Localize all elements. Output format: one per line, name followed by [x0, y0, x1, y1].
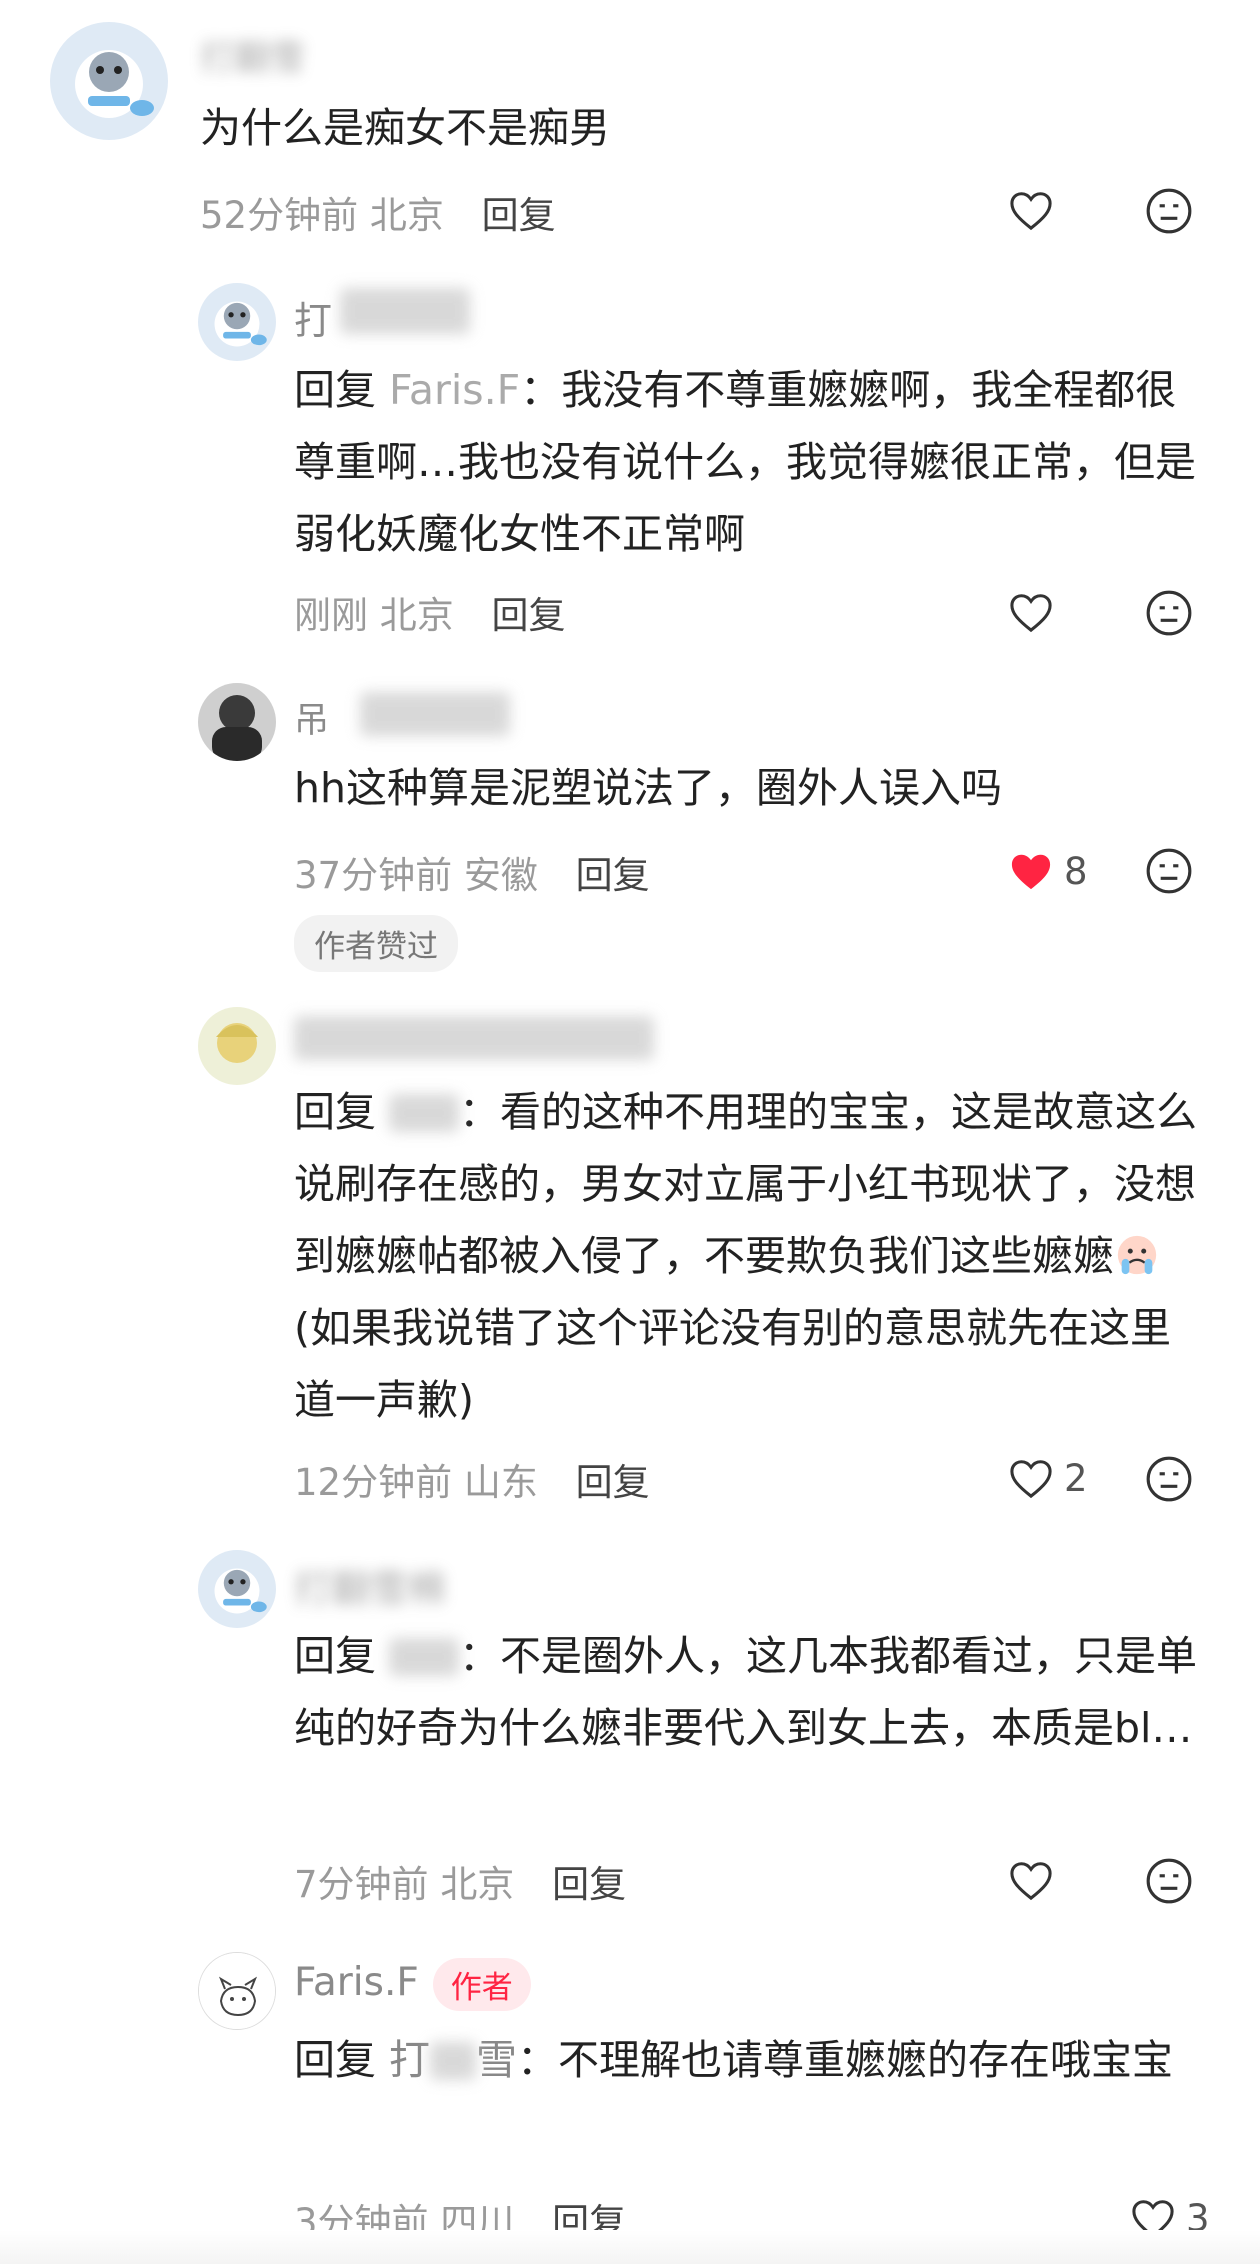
comment-location: 北京 — [440, 1863, 515, 1906]
comment-text: 回复 打雪：不理解也请尊重嬷嬷的存在哦宝宝 — [294, 2024, 1206, 2096]
heart-icon — [1010, 1460, 1052, 1499]
reply-to-user-blur — [430, 2042, 477, 2080]
comment-username[interactable]: 打 — [294, 290, 332, 345]
comment-username[interactable]: 吊 — [294, 692, 329, 743]
comment-location: 安徽 — [463, 854, 538, 897]
author-badge: 作者 — [432, 1958, 531, 2011]
avatar[interactable] — [50, 22, 168, 140]
heart-icon — [1011, 854, 1051, 890]
author-liked-tag: 作者赞过 — [294, 915, 458, 972]
comment-text: 回复 ：不是圈外人，这几本我都看过，只是单纯的好奇为什么嬷非要代入到女上去，本质… — [294, 1620, 1206, 1764]
comment-time: 刚刚 — [294, 594, 368, 637]
heart-icon — [1010, 594, 1052, 633]
comment-meta: 37分钟前 安徽 回复 — [294, 845, 650, 899]
reply-to-user[interactable]: 打 — [389, 2036, 430, 2084]
avatar[interactable] — [198, 683, 276, 761]
avatar[interactable] — [198, 1007, 276, 1085]
comment-location: 北京 — [379, 594, 454, 637]
dislike-face-icon[interactable] — [1144, 186, 1194, 236]
comment-text: hh这种算是泥塑说法了，圈外人误入吗 — [294, 764, 1002, 812]
like-button[interactable] — [1008, 586, 1054, 638]
like-count: 2 — [1064, 1456, 1088, 1500]
comment-username[interactable]: Faris.F — [294, 1960, 419, 2005]
reply-button[interactable]: 回复 — [482, 194, 556, 237]
comment-location: 北京 — [369, 194, 444, 237]
reply-body: ：不理解也请尊重嬷嬷的存在哦宝宝 — [517, 2036, 1174, 2084]
reply-button[interactable]: 回复 — [576, 854, 650, 897]
comment-text: 回复 Faris.F：我没有不尊重嬷嬷啊，我全程都很尊重啊…我也没有说什么，我觉… — [294, 354, 1206, 570]
reply-button[interactable]: 回复 — [552, 1863, 626, 1906]
username-blur — [360, 692, 510, 736]
comment-username[interactable]: 打翻雪棉 — [294, 1558, 446, 1613]
comment-username-row: Faris.F 作者 — [294, 1958, 531, 2011]
dislike-face-icon[interactable] — [1144, 1454, 1194, 1504]
reply-button[interactable]: 回复 — [492, 594, 566, 637]
comment-time: 12分钟前 — [294, 1461, 453, 1504]
reply-prefix: 回复 — [294, 1632, 376, 1680]
comment-meta: 12分钟前 山东 回复 — [294, 1452, 650, 1506]
comment-time: 37分钟前 — [294, 854, 453, 897]
reply-to-user[interactable] — [389, 1638, 460, 1676]
like-button[interactable] — [1008, 1854, 1054, 1906]
like-button[interactable] — [1008, 184, 1054, 236]
avatar[interactable] — [198, 1952, 276, 2030]
comment-time: 7分钟前 — [294, 1863, 429, 1906]
reply-prefix: 回复 — [294, 2036, 376, 2084]
dislike-face-icon[interactable] — [1144, 846, 1194, 896]
reply-button[interactable]: 回复 — [576, 1461, 650, 1504]
reply-prefix: 回复 — [294, 366, 376, 414]
reply-to-user[interactable] — [389, 1094, 460, 1132]
dislike-face-icon[interactable] — [1144, 588, 1194, 638]
bottom-fade — [0, 2230, 1260, 2264]
like-count: 8 — [1064, 849, 1088, 893]
username-blur — [294, 1016, 654, 1060]
heart-icon — [1010, 192, 1052, 231]
heart-icon — [1010, 1862, 1052, 1901]
reply-to-user[interactable]: Faris.F — [389, 366, 520, 414]
comment-text: 回复 ：看的这种不用理的宝宝，这是故意这么说刷存在感的，男女对立属于小红书现状了… — [294, 1076, 1206, 1436]
like-button[interactable]: 8 — [1008, 845, 1088, 897]
comment-username[interactable]: 打翻雪 — [200, 30, 305, 81]
comment-meta: 刚刚 北京 回复 — [294, 585, 566, 639]
avatar[interactable] — [198, 283, 276, 361]
dislike-face-icon[interactable] — [1144, 1856, 1194, 1906]
comment-meta: 52分钟前 北京 回复 — [200, 185, 556, 239]
comment-meta: 7分钟前 北京 回复 — [294, 1854, 626, 1908]
comment-text: 为什么是痴女不是痴男 — [200, 104, 610, 152]
reply-to-user-rest[interactable]: 雪 — [476, 2036, 517, 2084]
like-button[interactable]: 2 — [1008, 1452, 1088, 1504]
reply-body-continued: (如果我说错了这个评论没有别的意思就先在这里道一声歉) — [294, 1304, 1171, 1424]
crying-emoji-icon — [1114, 1228, 1160, 1275]
username-blur — [340, 288, 470, 334]
comment-location: 山东 — [463, 1461, 538, 1504]
comment-time: 52分钟前 — [200, 194, 359, 237]
avatar[interactable] — [198, 1550, 276, 1628]
reply-prefix: 回复 — [294, 1088, 376, 1136]
